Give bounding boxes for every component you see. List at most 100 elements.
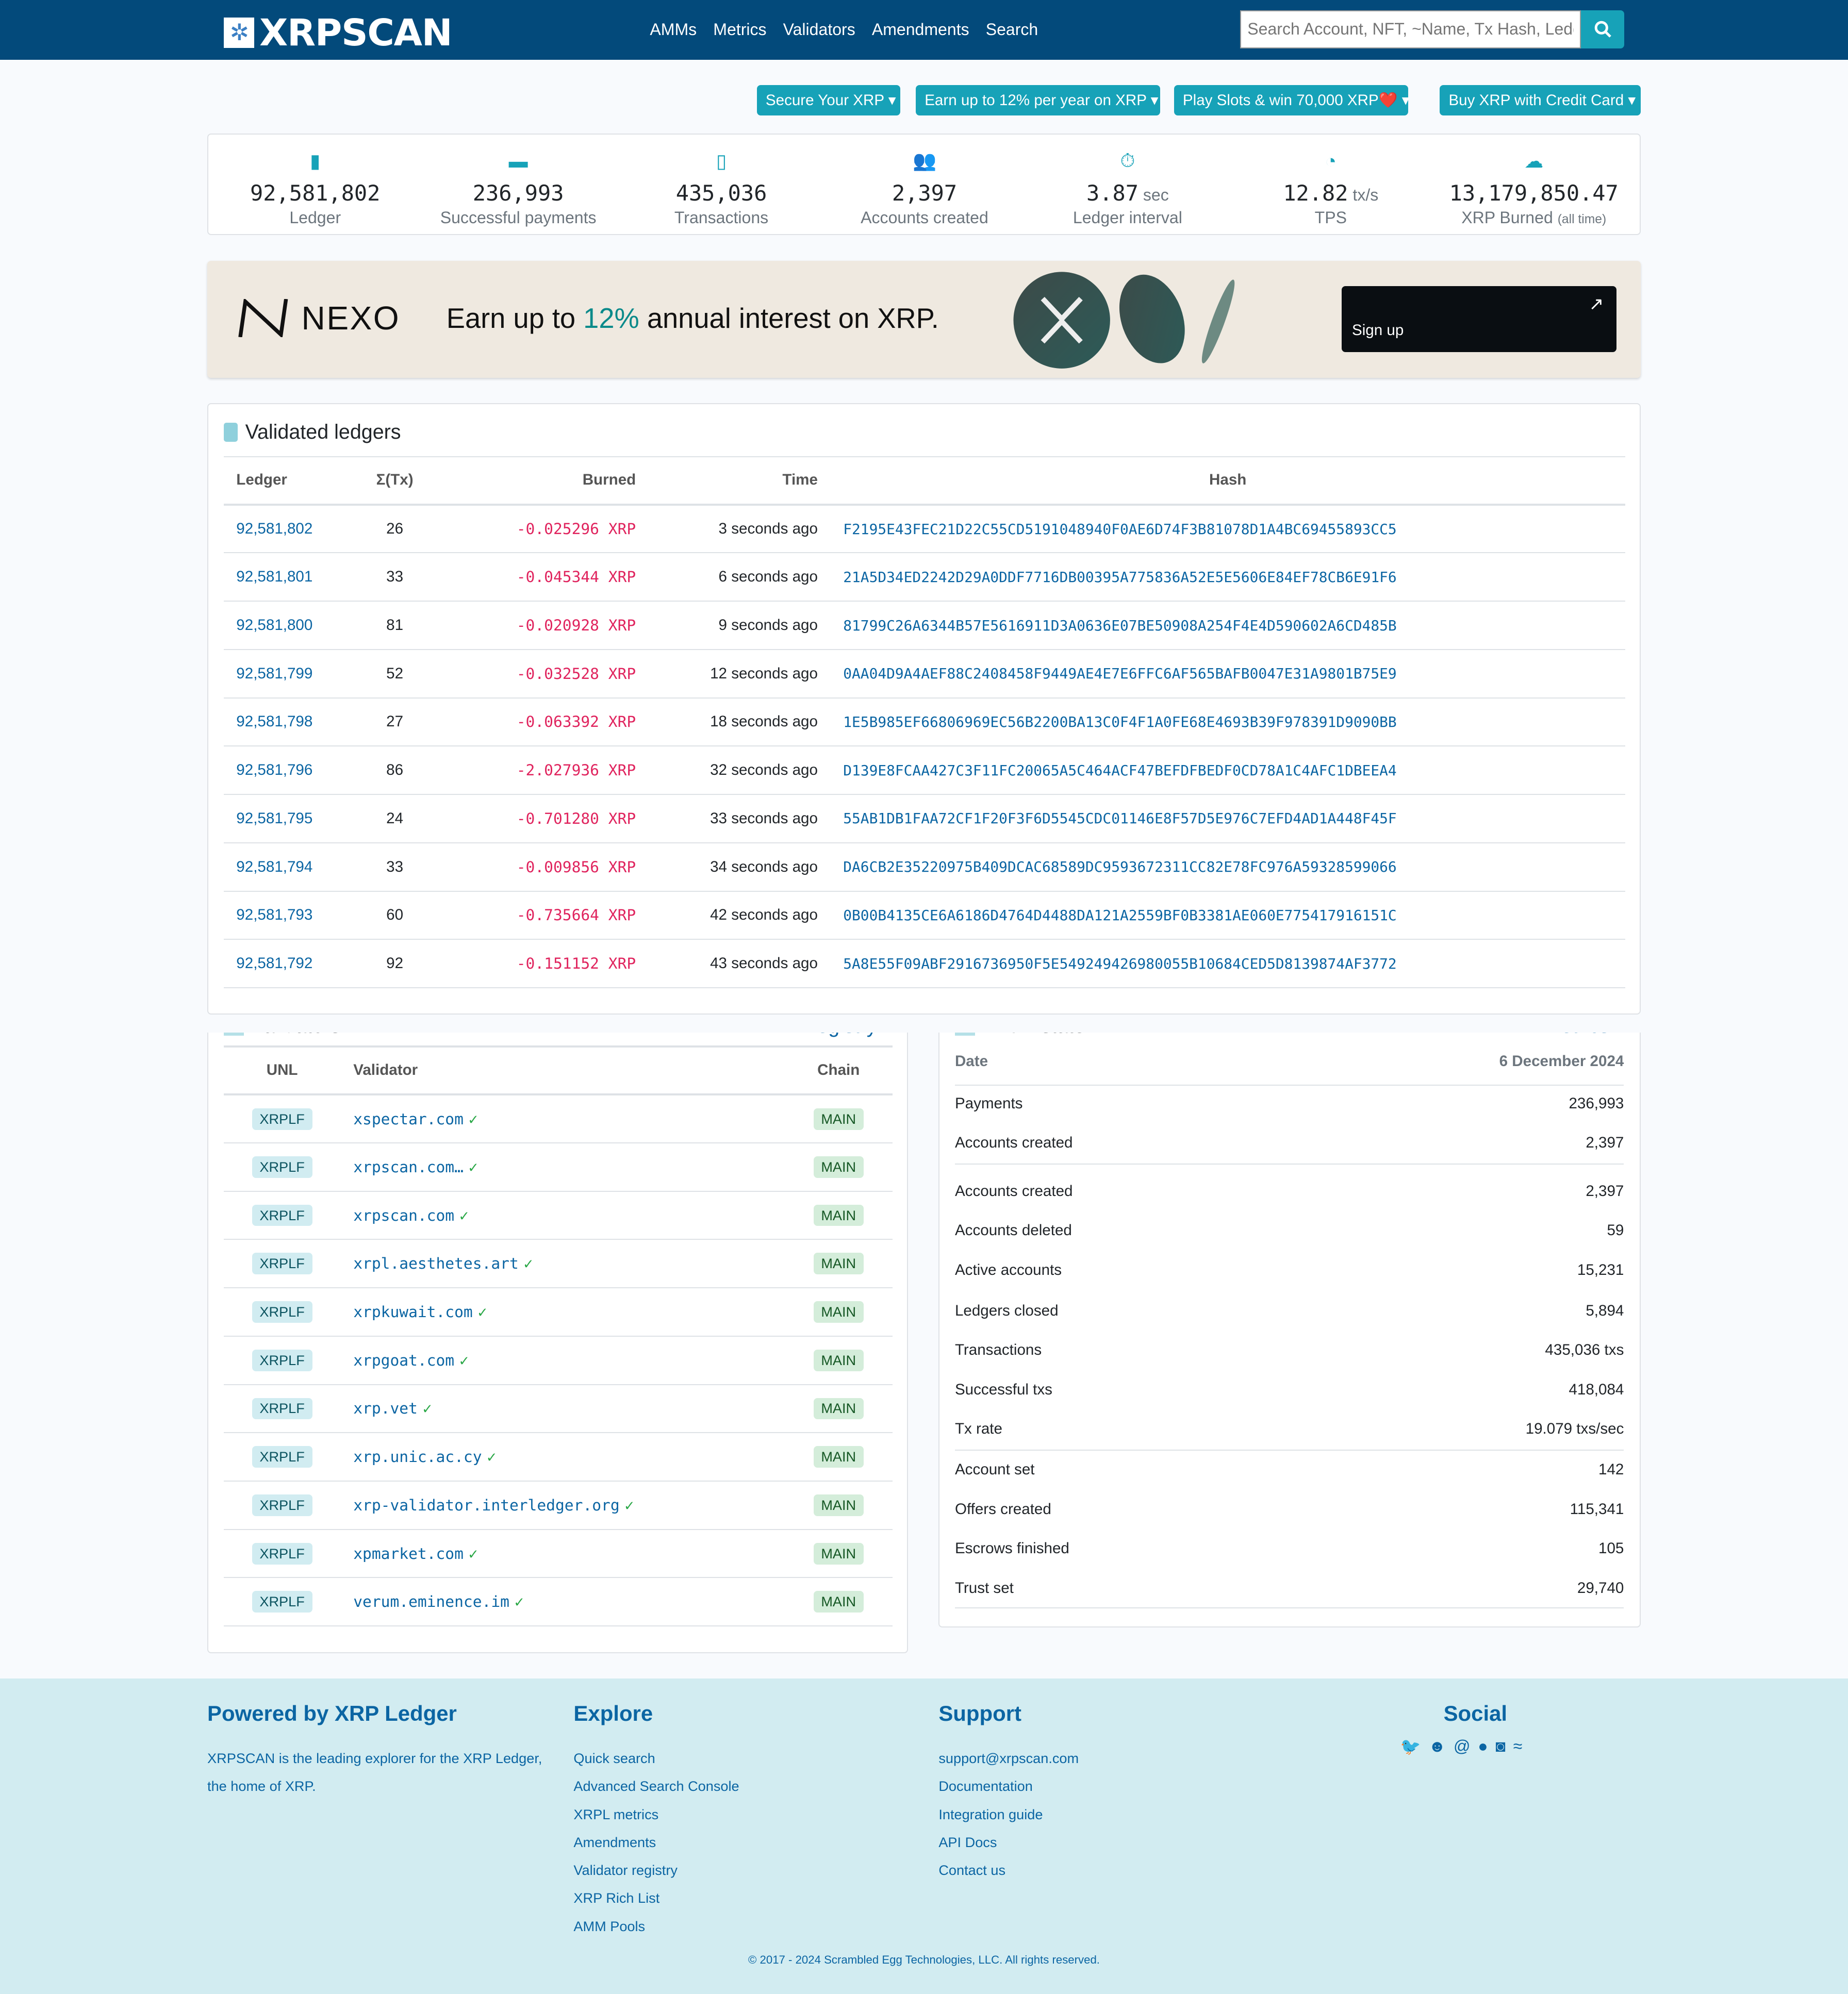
chain-badge: MAIN	[813, 1204, 864, 1226]
stat-xrp-burned: ☁ 13,179,850.47 XRP Burned (all time)	[1432, 145, 1636, 227]
ledgers-table: Ledger Σ(Tx) Burned Time Hash 92,581,802 26 -0.…	[223, 456, 1625, 988]
ad-dropdown-button[interactable]: Buy XRP with Credit Card ▾	[1440, 85, 1641, 116]
cube-icon: ▮	[310, 151, 321, 172]
ledger-link[interactable]: 92,581,799	[236, 665, 312, 682]
validators-card: Validators Registry › UNLValidatorChainX…	[207, 1032, 909, 1653]
footer-link[interactable]: Documentation	[938, 1772, 1079, 1800]
validator-link[interactable]: xrp-validator.interledger.org	[353, 1497, 619, 1514]
table-row: 92,581,793 60 -0.735664 XRP 42 seconds ago 0…	[223, 891, 1625, 940]
xrpl-icon[interactable]: ≈	[1513, 1737, 1523, 1756]
ledger-link[interactable]: 92,581,800	[236, 617, 312, 634]
validator-link[interactable]: xrpkuwait.com	[353, 1303, 473, 1321]
stat-transactions: ▯ 435,036 Transactions	[620, 145, 823, 227]
nav-amms[interactable]: AMMs	[650, 20, 697, 39]
signup-button[interactable]: ↗ Sign up	[1342, 286, 1617, 353]
check-icon: ✓	[514, 1593, 524, 1611]
check-icon: ✓	[468, 1110, 478, 1128]
instagram-icon[interactable]: ◙	[1495, 1737, 1505, 1756]
hash-link[interactable]: 21A5D34ED2242D29A0DDF7716DB00395A775836A…	[843, 569, 1396, 586]
ad-dropdown-button[interactable]: Play Slots & win 70,000 XRP❤️ ▾	[1174, 85, 1410, 116]
search-input[interactable]	[1240, 10, 1581, 48]
threads-icon[interactable]: @	[1454, 1737, 1471, 1756]
check-icon: ✓	[523, 1255, 533, 1273]
credit-card-icon: ▬	[508, 150, 528, 172]
ledger-link[interactable]: 92,581,801	[236, 568, 312, 585]
nav-search[interactable]: Search	[986, 20, 1038, 39]
hash-link[interactable]: 0B00B4135CE6A6186D4764D4488DA121A2559BF0…	[843, 907, 1396, 924]
ledger-link[interactable]: 92,581,796	[236, 761, 312, 778]
registry-link[interactable]: Registry ›	[802, 1033, 889, 1038]
hash-link[interactable]: 1E5B985EF66806969EC56B2200BA13C0F4F1A0FE…	[843, 713, 1396, 730]
footer-link[interactable]: Validator registry	[573, 1856, 739, 1884]
footer-link[interactable]: API Docs	[938, 1829, 1079, 1856]
chain-badge: MAIN	[813, 1349, 864, 1371]
hash-link[interactable]: D139E8FCAA427C3F11FC20065A5C464ACF47BEFD…	[843, 762, 1396, 779]
ledger-link[interactable]: 92,581,794	[236, 858, 312, 875]
footer-link[interactable]: Contact us	[938, 1856, 1079, 1884]
metrics-link[interactable]: Metrics ›	[1544, 1033, 1622, 1038]
validator-link[interactable]: xrp.unic.ac.cy	[353, 1448, 482, 1466]
twitter-icon[interactable]: 🐦	[1400, 1737, 1421, 1756]
hash-link[interactable]: 81799C26A6344B57E5616911D3A0636E07BE5090…	[843, 617, 1396, 634]
validator-link[interactable]: xrpscan.com	[353, 1207, 454, 1224]
state-row: Tx rate 19.079 txs/sec	[954, 1420, 1624, 1438]
chain-badge: MAIN	[813, 1398, 864, 1420]
hash-link[interactable]: 5A8E55F09ABF2916736950F5E549249426980055…	[843, 955, 1396, 972]
footer-link[interactable]: Integration guide	[938, 1801, 1079, 1829]
table-row: XRPLF xrp.unic.ac.cy ✓ MAIN	[223, 1433, 893, 1482]
hash-link[interactable]: 55AB1DB1FAA72CF1F20F3F6D5545CDC01146E8F5…	[843, 810, 1396, 827]
footer-link[interactable]: Quick search	[573, 1744, 739, 1772]
table-row: XRPLF xrpgoat.com ✓ MAIN	[223, 1336, 893, 1385]
ledger-link[interactable]: 92,581,798	[236, 713, 312, 730]
unl-badge: XRPLF	[252, 1542, 312, 1565]
table-row: 92,581,802 26 -0.025296 XRP 3 seconds ago F2…	[223, 504, 1625, 554]
validator-link[interactable]: xpmarket.com	[353, 1545, 464, 1563]
footer-link[interactable]: AMM Pools	[573, 1913, 739, 1940]
ad-dropdown-button[interactable]: Secure Your XRP ▾	[756, 85, 901, 116]
ledger-link[interactable]: 92,581,793	[236, 906, 312, 923]
burned-amount: -0.009856 XRP	[426, 842, 649, 892]
validated-ledgers-card: Validated ledgers Ledger Σ(Tx) Burned Time H…	[207, 403, 1641, 1015]
logo-icon: ✲	[224, 18, 255, 48]
reddit-icon[interactable]: ☻	[1428, 1737, 1446, 1756]
validator-link[interactable]: xrpl.aesthetes.art	[353, 1255, 519, 1272]
stopwatch-icon: ⏱	[1120, 150, 1135, 172]
table-row: XRPLF xrpkuwait.com ✓ MAIN	[223, 1288, 893, 1337]
unl-badge: XRPLF	[252, 1301, 312, 1323]
search-button[interactable]	[1580, 10, 1624, 48]
validator-link[interactable]: xspectar.com	[353, 1110, 464, 1128]
nav-validators[interactable]: Validators	[783, 20, 855, 39]
validator-link[interactable]: verum.eminence.im	[353, 1593, 509, 1610]
burned-amount: -0.701280 XRP	[426, 794, 649, 843]
stat-ledger: ▮ 92,581,802 Ledger	[213, 145, 417, 227]
hash-link[interactable]: DA6CB2E35220975B409DCAC68589DC9593672311…	[843, 858, 1396, 875]
burned-amount: -0.025296 XRP	[426, 504, 649, 554]
footer-link[interactable]: Advanced Search Console	[573, 1772, 739, 1800]
footer-link[interactable]: XRP Rich List	[573, 1884, 739, 1912]
hash-link[interactable]: 0AA04D9A4AEF88C2408458F9449AE4E7E6FFC6AF…	[843, 665, 1396, 682]
logo[interactable]: ✲ XRPSCAN	[224, 11, 453, 54]
nexo-banner[interactable]: NEXO Earn up to 12% annual interest on X…	[207, 260, 1641, 378]
ledger-link[interactable]: 92,581,795	[236, 810, 312, 827]
validator-link[interactable]: xrpgoat.com	[353, 1352, 454, 1369]
validator-link[interactable]: xrp.vet	[353, 1400, 418, 1417]
unl-badge: XRPLF	[252, 1349, 312, 1371]
footer-link[interactable]: XRPL metrics	[573, 1801, 739, 1829]
nav-metrics[interactable]: Metrics	[713, 20, 766, 39]
ledger-link[interactable]: 92,581,792	[236, 955, 312, 972]
ad-dropdown-button[interactable]: Earn up to 12% per year on XRP ▾	[915, 85, 1160, 116]
nav-amendments[interactable]: Amendments	[872, 20, 969, 39]
footer-link[interactable]: Amendments	[573, 1829, 739, 1856]
footer-link[interactable]: support@xrpscan.com	[938, 1744, 1079, 1772]
table-row: 92,581,796 86 -2.027936 XRP 32 seconds ago D…	[223, 746, 1625, 795]
burned-amount: -0.032528 XRP	[426, 649, 649, 699]
clipboard-check-icon	[223, 422, 238, 442]
github-icon[interactable]: ●	[1478, 1737, 1488, 1756]
state-row: Escrows finished 105	[954, 1540, 1624, 1557]
file-icon: ▯	[716, 151, 727, 172]
validator-link[interactable]: xrpscan.com…	[353, 1158, 464, 1176]
gauge-icon: ◔	[1325, 150, 1336, 172]
hash-link[interactable]: F2195E43FEC21D22C55CD5191048940F0AE6D74F…	[843, 521, 1396, 538]
banner-text: Earn up to 12% annual interest on XRP.	[446, 303, 939, 335]
ledger-link[interactable]: 92,581,802	[236, 520, 312, 537]
